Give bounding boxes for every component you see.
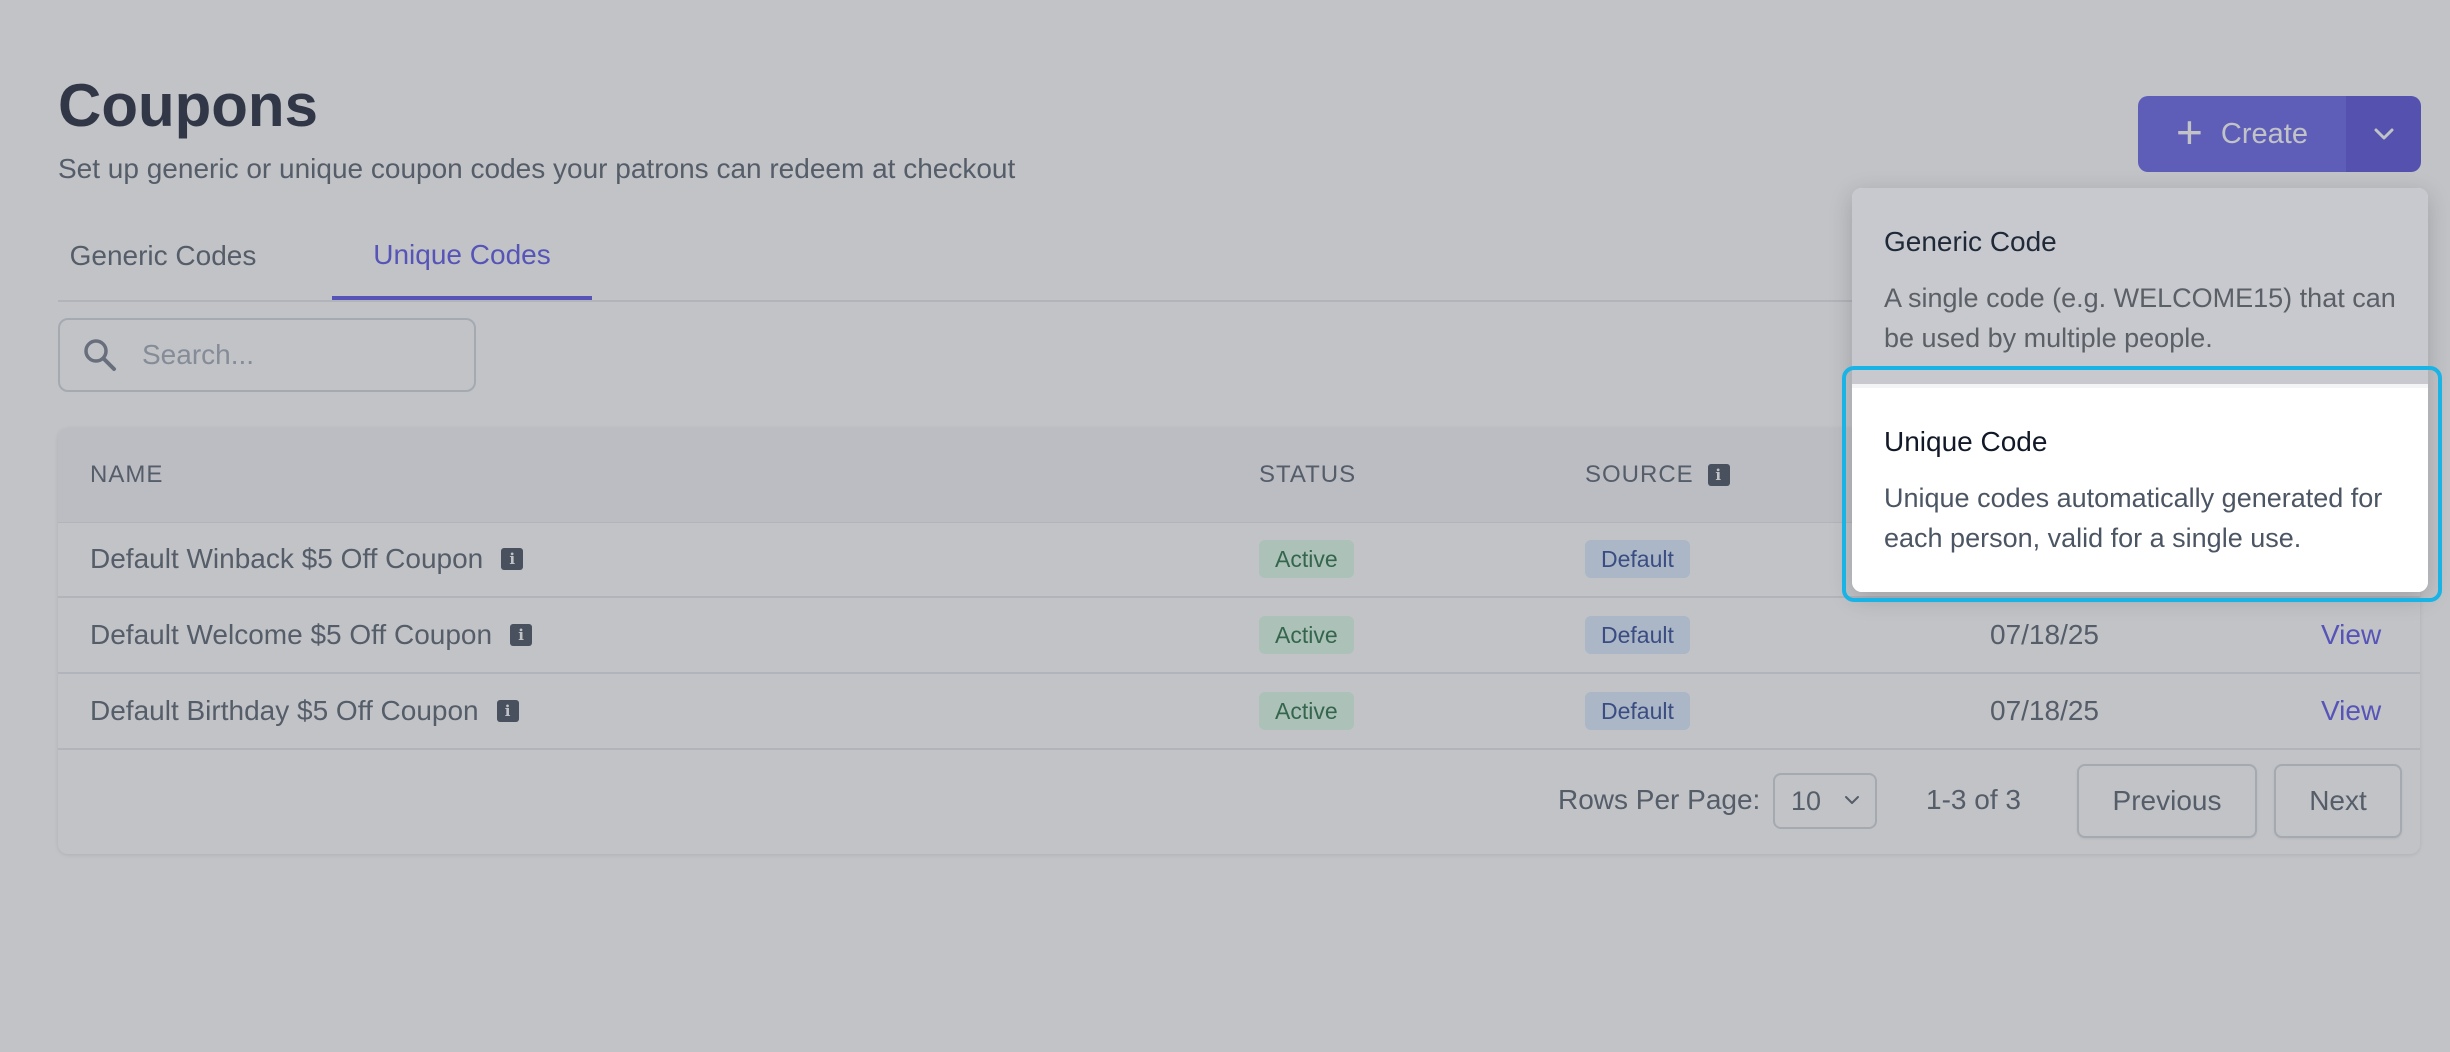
create-button-group: + Create bbox=[2138, 96, 2421, 172]
source-cell: Default bbox=[1585, 522, 1690, 596]
coupon-name-cell: Default Welcome $5 Off Coupon i bbox=[90, 598, 533, 672]
coupon-name: Default Welcome $5 Off Coupon bbox=[90, 619, 493, 650]
coupon-name-cell: Default Winback $5 Off Coupon i bbox=[90, 522, 524, 596]
search-icon bbox=[60, 338, 140, 372]
status-cell: Active bbox=[1259, 522, 1354, 596]
info-icon[interactable]: i bbox=[496, 700, 519, 722]
created-date: 07/18/25 bbox=[1990, 695, 2099, 726]
menu-item-description: Unique codes automatically generated for… bbox=[1884, 483, 2383, 553]
page-title: Coupons bbox=[58, 72, 318, 139]
previous-button[interactable]: Previous bbox=[2077, 764, 2257, 838]
status-badge: Active bbox=[1259, 692, 1354, 730]
info-icon[interactable]: i bbox=[1707, 464, 1730, 486]
tab-generic-codes[interactable]: Generic Codes bbox=[58, 214, 268, 298]
source-cell: Default bbox=[1585, 674, 1690, 748]
menu-item-unique-code[interactable]: Unique Code Unique codes automatically g… bbox=[1852, 388, 2428, 592]
view-link[interactable]: View bbox=[2321, 674, 2381, 748]
source-badge: Default bbox=[1585, 540, 1690, 578]
status-cell: Active bbox=[1259, 674, 1354, 748]
create-button-label: Create bbox=[2220, 117, 2308, 150]
menu-item-description: A single code (e.g. WELCOME15) that can … bbox=[1884, 283, 2396, 353]
source-badge: Default bbox=[1585, 692, 1690, 730]
coupons-page: Coupons Set up generic or unique coupon … bbox=[0, 0, 2450, 1052]
rows-per-page-value: 10 bbox=[1791, 785, 1822, 816]
table-row: Default Welcome $5 Off Coupon i Active D… bbox=[58, 598, 2420, 674]
next-button[interactable]: Next bbox=[2274, 764, 2402, 838]
column-header-source-label: SOURCE bbox=[1585, 461, 1694, 488]
pagination-range: 1-3 of 3 bbox=[1926, 784, 2021, 815]
column-header-name: NAME bbox=[90, 461, 164, 488]
status-badge: Active bbox=[1259, 540, 1354, 578]
menu-item-generic-code[interactable]: Generic Code A single code (e.g. WELCOME… bbox=[1852, 188, 2428, 384]
create-dropdown-menu: Generic Code A single code (e.g. WELCOME… bbox=[1852, 188, 2428, 592]
source-badge: Default bbox=[1585, 616, 1690, 654]
create-dropdown-toggle[interactable] bbox=[2346, 96, 2421, 172]
status-cell: Active bbox=[1259, 598, 1354, 672]
column-header-source: SOURCE i bbox=[1585, 428, 1730, 522]
view-link[interactable]: View bbox=[2321, 598, 2381, 672]
coupon-name: Default Birthday $5 Off Coupon bbox=[90, 695, 479, 726]
page-subtitle: Set up generic or unique coupon codes yo… bbox=[58, 153, 1016, 184]
create-button[interactable]: + Create bbox=[2138, 96, 2346, 172]
chevron-down-icon bbox=[2374, 128, 2393, 140]
tab-unique-codes[interactable]: Unique Codes bbox=[332, 214, 592, 300]
info-icon[interactable]: i bbox=[510, 624, 533, 646]
table-row: Default Birthday $5 Off Coupon i Active … bbox=[58, 674, 2420, 750]
search-box bbox=[58, 318, 476, 392]
menu-item-title: Unique Code bbox=[1884, 426, 2048, 457]
chevron-down-icon bbox=[1845, 796, 1859, 804]
menu-item-title: Generic Code bbox=[1884, 226, 2057, 257]
coupon-name-cell: Default Birthday $5 Off Coupon i bbox=[90, 674, 519, 748]
info-icon[interactable]: i bbox=[501, 548, 524, 570]
coupon-name: Default Winback $5 Off Coupon bbox=[90, 543, 484, 574]
pagination: Rows Per Page: 10 1-3 of 3 Previous Next bbox=[58, 746, 2420, 854]
rows-per-page-select[interactable]: 10 bbox=[1773, 773, 1877, 829]
status-badge: Active bbox=[1259, 616, 1354, 654]
search-input[interactable] bbox=[140, 338, 454, 372]
source-cell: Default bbox=[1585, 598, 1690, 672]
created-date: 07/18/25 bbox=[1990, 619, 2099, 650]
rows-per-page-label: Rows Per Page: bbox=[1558, 784, 1761, 815]
plus-icon: + bbox=[2176, 106, 2203, 158]
column-header-status: STATUS bbox=[1259, 461, 1357, 488]
